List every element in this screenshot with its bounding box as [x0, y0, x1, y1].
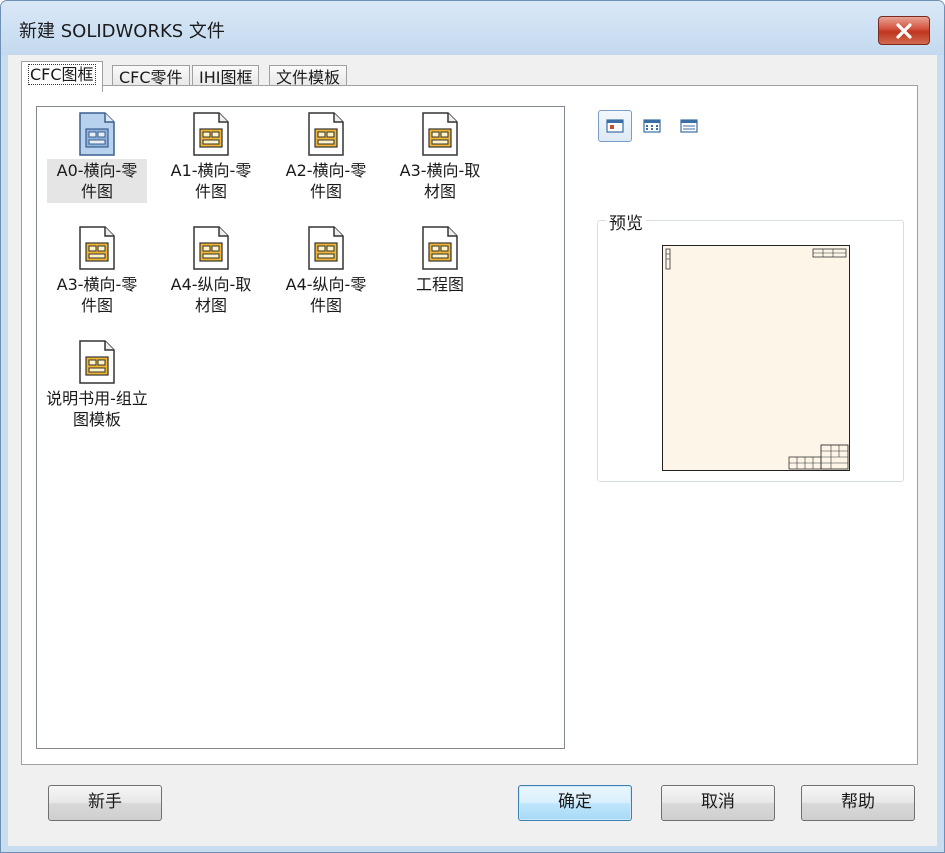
- template-label: A4-纵向-零件图: [285, 275, 367, 315]
- new-file-dialog: 新建 SOLIDWORKS 文件 CFC图框 CFC零件 IHI图框 文件模板: [0, 0, 945, 853]
- preview-label: 预览: [606, 209, 646, 234]
- drawing-template-icon: [308, 112, 344, 156]
- template-item[interactable]: A0-横向-零件图: [47, 111, 147, 203]
- template-label: A0-横向-零件图: [47, 159, 147, 203]
- drawing-template-icon: [193, 112, 229, 156]
- list-view-icon: [643, 119, 661, 133]
- preview-sheet: [662, 245, 850, 471]
- dialog-body: CFC图框 CFC零件 IHI图框 文件模板 A0-横向-零件图 A1-横向-零…: [8, 55, 937, 846]
- list-view-button[interactable]: [635, 110, 669, 142]
- drawing-template-icon: [79, 340, 115, 384]
- large-icons-view-icon: [606, 119, 624, 133]
- template-label: 工程图: [415, 275, 464, 294]
- drawing-template-icon: [422, 226, 458, 270]
- tab-label: CFC图框: [28, 64, 96, 85]
- drawing-template-icon: [79, 226, 115, 270]
- template-label: A3-横向-取材图: [399, 161, 481, 201]
- tab-panel: A0-横向-零件图 A1-横向-零件图 A2-横向-零件图 A3-横向-取材图 …: [21, 85, 918, 765]
- window-title: 新建 SOLIDWORKS 文件: [19, 21, 225, 42]
- ok-button[interactable]: 确定: [518, 785, 632, 821]
- template-item[interactable]: A4-纵向-取材图: [161, 225, 261, 317]
- help-button[interactable]: 帮助: [801, 785, 915, 821]
- details-view-icon: [680, 119, 698, 133]
- template-label: A3-横向-零件图: [56, 275, 138, 315]
- template-list[interactable]: A0-横向-零件图 A1-横向-零件图 A2-横向-零件图 A3-横向-取材图 …: [36, 106, 565, 749]
- drawing-template-icon: [422, 112, 458, 156]
- template-item[interactable]: A1-横向-零件图: [161, 111, 261, 203]
- drawing-frame-thumbnail: [665, 248, 849, 470]
- template-item[interactable]: 说明书用-组立图模板: [41, 339, 153, 431]
- template-item[interactable]: 工程图: [390, 225, 490, 296]
- novice-button[interactable]: 新手: [48, 785, 162, 821]
- template-label: 说明书用-组立图模板: [46, 389, 148, 429]
- cancel-button[interactable]: 取消: [661, 785, 775, 821]
- details-view-button[interactable]: [672, 110, 706, 142]
- drawing-template-icon: [193, 226, 229, 270]
- title-bar[interactable]: 新建 SOLIDWORKS 文件: [1, 1, 944, 55]
- template-item[interactable]: A3-横向-取材图: [390, 111, 490, 203]
- template-label: A2-横向-零件图: [285, 161, 367, 201]
- tab-cfc-frame[interactable]: CFC图框: [21, 61, 103, 92]
- template-item[interactable]: A4-纵向-零件图: [276, 225, 376, 317]
- template-item[interactable]: A3-横向-零件图: [47, 225, 147, 317]
- preview-group: 预览: [597, 209, 904, 482]
- template-item[interactable]: A2-横向-零件图: [276, 111, 376, 203]
- template-label: A4-纵向-取材图: [170, 275, 252, 315]
- close-button[interactable]: [878, 16, 930, 45]
- template-label: A1-横向-零件图: [170, 161, 252, 201]
- close-icon: [896, 22, 912, 39]
- drawing-template-icon: [308, 226, 344, 270]
- drawing-template-icon: [79, 112, 115, 156]
- large-icons-view-button[interactable]: [598, 110, 632, 142]
